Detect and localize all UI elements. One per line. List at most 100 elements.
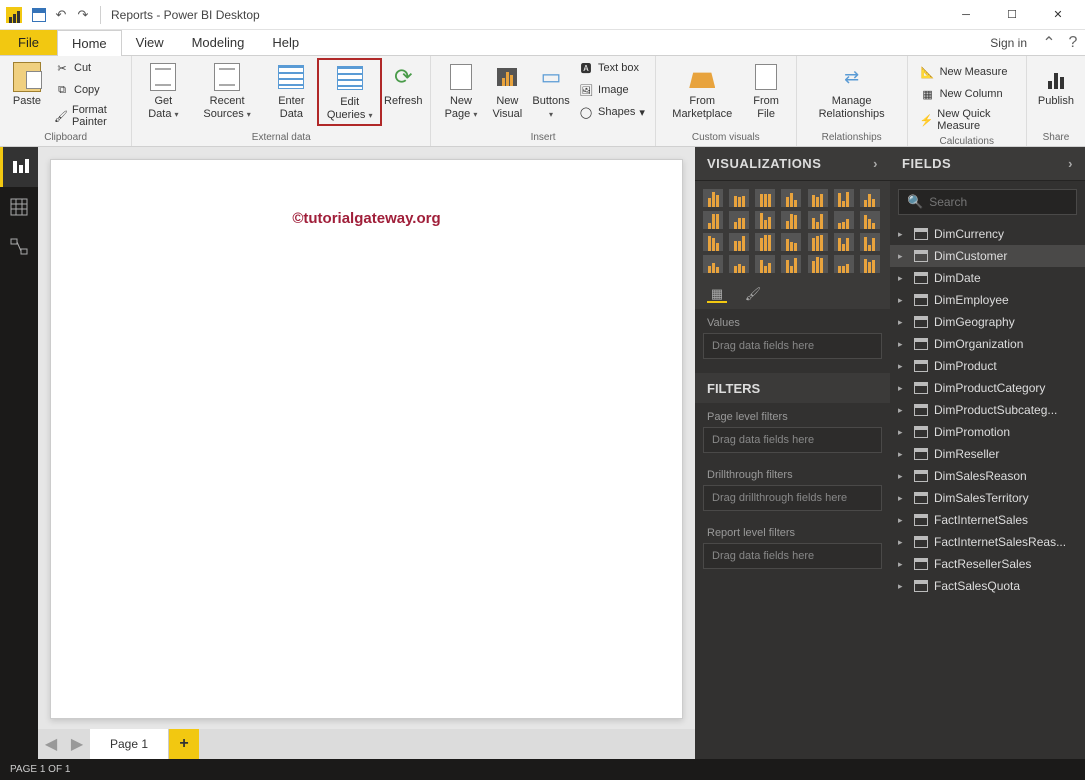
- close-button[interactable]: ✕: [1035, 0, 1081, 30]
- viz-type-3[interactable]: [781, 189, 801, 207]
- viz-type-21[interactable]: [703, 255, 723, 273]
- recent-sources-button[interactable]: Recent Sources ▾: [188, 58, 265, 124]
- viz-type-17[interactable]: [781, 233, 801, 251]
- tab-view[interactable]: View: [122, 30, 178, 55]
- tab-home[interactable]: Home: [57, 30, 122, 56]
- field-table-dimsalesterritory[interactable]: ▸DimSalesTerritory: [890, 487, 1085, 509]
- model-view-button[interactable]: [0, 227, 38, 267]
- viz-type-0[interactable]: [703, 189, 723, 207]
- add-page-button[interactable]: +: [169, 729, 199, 759]
- refresh-button[interactable]: ⟳Refresh: [382, 58, 424, 111]
- viz-type-6[interactable]: [860, 189, 880, 207]
- viz-type-12[interactable]: [834, 211, 854, 229]
- text-box-button[interactable]: 🅰Text box: [574, 58, 649, 78]
- collapse-fields-icon[interactable]: ›: [1068, 156, 1073, 171]
- help-icon[interactable]: ?: [1061, 30, 1085, 55]
- viz-type-25[interactable]: [808, 255, 828, 273]
- viz-type-5[interactable]: [834, 189, 854, 207]
- undo-button[interactable]: ↶: [50, 4, 72, 26]
- field-table-dimpromotion[interactable]: ▸DimPromotion: [890, 421, 1085, 443]
- get-data-button[interactable]: Get Data ▾: [138, 58, 188, 124]
- viz-type-26[interactable]: [834, 255, 854, 273]
- minimize-button[interactable]: ─: [943, 0, 989, 30]
- field-table-dimcustomer[interactable]: ▸DimCustomer: [890, 245, 1085, 267]
- publish-button[interactable]: Publish: [1033, 58, 1079, 111]
- viz-type-19[interactable]: [834, 233, 854, 251]
- field-table-dimorganization[interactable]: ▸DimOrganization: [890, 333, 1085, 355]
- tab-modeling[interactable]: Modeling: [178, 30, 259, 55]
- paste-button[interactable]: Paste: [6, 58, 48, 111]
- field-table-dimproductcategory[interactable]: ▸DimProductCategory: [890, 377, 1085, 399]
- viz-type-8[interactable]: [729, 211, 749, 229]
- field-table-dimemployee[interactable]: ▸DimEmployee: [890, 289, 1085, 311]
- drillthrough-dropzone[interactable]: Drag drillthrough fields here: [703, 485, 882, 511]
- page-next-button[interactable]: ▶: [64, 729, 90, 759]
- page-filters-dropzone[interactable]: Drag data fields here: [703, 427, 882, 453]
- maximize-button[interactable]: ☐: [989, 0, 1035, 30]
- field-table-dimreseller[interactable]: ▸DimReseller: [890, 443, 1085, 465]
- field-table-dimsalesreason[interactable]: ▸DimSalesReason: [890, 465, 1085, 487]
- edit-queries-button[interactable]: Edit Queries ▾: [317, 58, 382, 126]
- shapes-button[interactable]: ◯Shapes ▾: [574, 102, 649, 122]
- new-page-button[interactable]: New Page ▾: [437, 58, 484, 124]
- image-button[interactable]: 🖼Image: [574, 80, 649, 100]
- field-table-factinternetsalesreas[interactable]: ▸FactInternetSalesReas...: [890, 531, 1085, 553]
- new-column-button[interactable]: ▦New Column: [916, 84, 1020, 104]
- from-marketplace-button[interactable]: From Marketplace: [662, 58, 743, 124]
- new-quick-measure-button[interactable]: ⚡New Quick Measure: [916, 106, 1020, 134]
- viz-type-20[interactable]: [860, 233, 880, 251]
- copy-button[interactable]: ⧉Copy: [50, 80, 125, 100]
- field-table-factresellersales[interactable]: ▸FactResellerSales: [890, 553, 1085, 575]
- viz-type-15[interactable]: [729, 233, 749, 251]
- field-table-dimproduct[interactable]: ▸DimProduct: [890, 355, 1085, 377]
- redo-button[interactable]: ↷: [72, 4, 94, 26]
- report-canvas[interactable]: ©tutorialgateway.org: [50, 159, 683, 719]
- fields-search[interactable]: 🔍: [898, 189, 1077, 215]
- viz-type-16[interactable]: [755, 233, 775, 251]
- viz-type-23[interactable]: [755, 255, 775, 273]
- data-view-button[interactable]: [0, 187, 38, 227]
- viz-type-10[interactable]: [781, 211, 801, 229]
- viz-type-11[interactable]: [808, 211, 828, 229]
- viz-type-7[interactable]: [703, 211, 723, 229]
- viz-type-27[interactable]: [860, 255, 880, 273]
- file-menu[interactable]: File: [0, 30, 57, 55]
- values-dropzone[interactable]: Drag data fields here: [703, 333, 882, 359]
- cut-button[interactable]: ✂Cut: [50, 58, 125, 78]
- format-tab[interactable]: 🖌: [743, 287, 763, 303]
- ribbon-collapse-caret[interactable]: ⌃: [1037, 30, 1061, 55]
- page-prev-button[interactable]: ◀: [38, 729, 64, 759]
- table-icon: [914, 426, 928, 438]
- field-table-dimgeography[interactable]: ▸DimGeography: [890, 311, 1085, 333]
- sign-in-link[interactable]: Sign in: [980, 30, 1037, 55]
- new-visual-button[interactable]: New Visual: [485, 58, 530, 124]
- viz-type-2[interactable]: [755, 189, 775, 207]
- field-table-dimproductsubcateg[interactable]: ▸DimProductSubcateg...: [890, 399, 1085, 421]
- report-view-button[interactable]: [0, 147, 38, 187]
- viz-type-9[interactable]: [755, 211, 775, 229]
- viz-type-1[interactable]: [729, 189, 749, 207]
- new-measure-button[interactable]: 📐New Measure: [916, 62, 1020, 82]
- enter-data-button[interactable]: Enter Data: [266, 58, 317, 124]
- manage-relationships-button[interactable]: ⇄Manage Relationships: [803, 58, 901, 124]
- field-table-dimcurrency[interactable]: ▸DimCurrency: [890, 223, 1085, 245]
- collapse-viz-icon[interactable]: ›: [873, 156, 878, 171]
- tab-help[interactable]: Help: [258, 30, 313, 55]
- field-table-dimdate[interactable]: ▸DimDate: [890, 267, 1085, 289]
- viz-type-14[interactable]: [703, 233, 723, 251]
- fields-tab[interactable]: ▦: [707, 287, 727, 303]
- viz-type-18[interactable]: [808, 233, 828, 251]
- field-table-factsalesquota[interactable]: ▸FactSalesQuota: [890, 575, 1085, 597]
- search-input[interactable]: [929, 195, 1084, 209]
- report-filters-dropzone[interactable]: Drag data fields here: [703, 543, 882, 569]
- buttons-button[interactable]: ▭Buttons▾: [530, 58, 572, 124]
- viz-type-22[interactable]: [729, 255, 749, 273]
- viz-type-4[interactable]: [808, 189, 828, 207]
- format-painter-button[interactable]: 🖌Format Painter: [50, 102, 125, 130]
- save-button[interactable]: [28, 4, 50, 26]
- from-file-button[interactable]: From File: [743, 58, 790, 124]
- page-tab-1[interactable]: Page 1: [90, 729, 169, 759]
- viz-type-24[interactable]: [781, 255, 801, 273]
- viz-type-13[interactable]: [860, 211, 880, 229]
- field-table-factinternetsales[interactable]: ▸FactInternetSales: [890, 509, 1085, 531]
